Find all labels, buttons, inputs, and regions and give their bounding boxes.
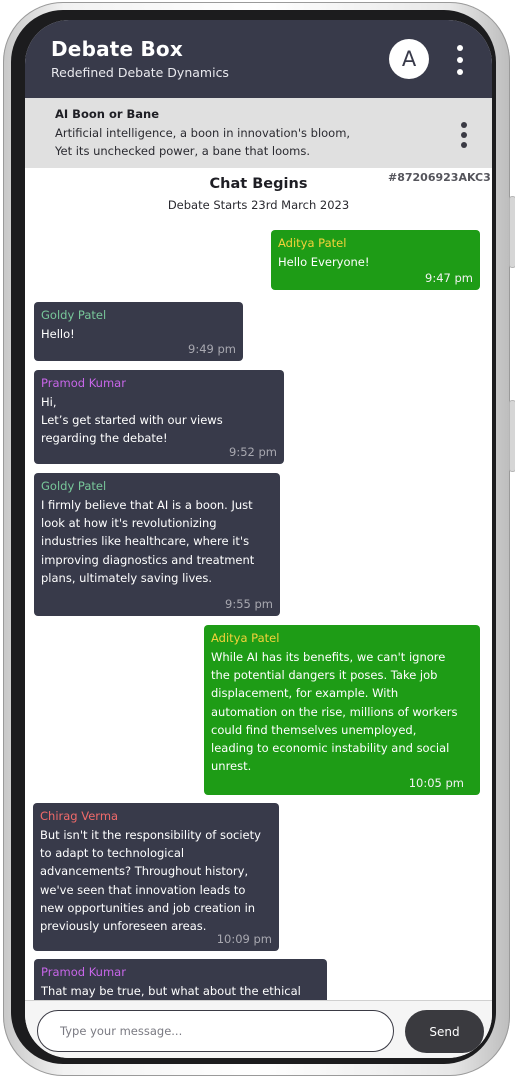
topic-title: AI Boon or Bane	[55, 107, 160, 121]
message-sender: Goldy Patel	[41, 308, 107, 322]
message-sender: Pramod Kumar	[41, 376, 126, 390]
message-composer: Send	[25, 1000, 492, 1058]
app-header: Debate Box Redefined Debate Dynamics A	[25, 20, 492, 98]
chat-message: Pramod Kumar Hi, Let’s get started with …	[34, 370, 284, 464]
menu-dot	[457, 45, 463, 51]
message-sender: Chirag Verma	[40, 809, 119, 823]
message-text: I firmly believe that AI is a boon. Just…	[41, 498, 255, 585]
menu-dot	[457, 69, 463, 75]
app-screen: Debate Box Redefined Debate Dynamics A A…	[25, 20, 492, 1058]
message-time: 10:09 pm	[216, 932, 272, 946]
message-text: Hi, Let’s get started with our views reg…	[41, 395, 223, 446]
message-input[interactable]	[37, 1010, 394, 1052]
debate-start-date: Debate Starts 23rd March 2023	[167, 198, 350, 212]
message-text: Hello Everyone!	[278, 255, 370, 269]
phone-side-button	[509, 400, 515, 472]
app-title: Debate Box	[51, 37, 183, 61]
menu-dot	[457, 57, 463, 63]
topic-description-line: Artificial intelligence, a boon in innov…	[55, 126, 351, 140]
message-time: 9:47 pm	[425, 271, 473, 285]
app-subtitle: Redefined Debate Dynamics	[51, 65, 229, 80]
menu-dot	[461, 132, 467, 138]
chat-message: Aditya Patel While AI has its benefits, …	[204, 625, 480, 795]
chat-message: Goldy Patel Hello! 9:49 pm	[34, 302, 243, 361]
debate-topic-bar: AI Boon or Bane Artificial intelligence,…	[25, 98, 492, 168]
message-sender: Aditya Patel	[211, 631, 280, 645]
chat-message: Aditya Patel Hello Everyone! 9:47 pm	[271, 230, 480, 290]
message-sender: Aditya Patel	[278, 236, 347, 250]
chat-heading: Chat Begins	[209, 176, 308, 192]
message-text: But isn't it the responsibility of socie…	[40, 828, 261, 934]
message-time: 9:52 pm	[229, 445, 277, 459]
message-time: 9:55 pm	[225, 597, 273, 611]
message-time: 10:05 pm	[408, 776, 464, 790]
message-time: 9:49 pm	[188, 342, 236, 356]
message-text: While AI has its benefits, we can't igno…	[211, 650, 458, 774]
phone-side-button	[509, 196, 515, 268]
topic-description-line: Yet its unchecked power, a bane that loo…	[55, 144, 311, 158]
user-avatar[interactable]: A	[389, 39, 429, 79]
chat-message: Chirag Verma But isn't it the responsibi…	[33, 803, 279, 951]
chat-message: Goldy Patel I firmly believe that AI is …	[34, 473, 280, 616]
message-text: Hello!	[41, 327, 75, 341]
message-sender: Goldy Patel	[41, 479, 107, 493]
send-button[interactable]: Send	[405, 1010, 484, 1053]
message-text: That may be true, but what about the eth…	[41, 984, 301, 998]
menu-dot	[461, 142, 467, 148]
more-options-icon[interactable]	[451, 45, 469, 75]
topic-options-icon[interactable]	[456, 122, 472, 148]
menu-dot	[461, 122, 467, 128]
message-sender: Pramod Kumar	[41, 965, 126, 979]
